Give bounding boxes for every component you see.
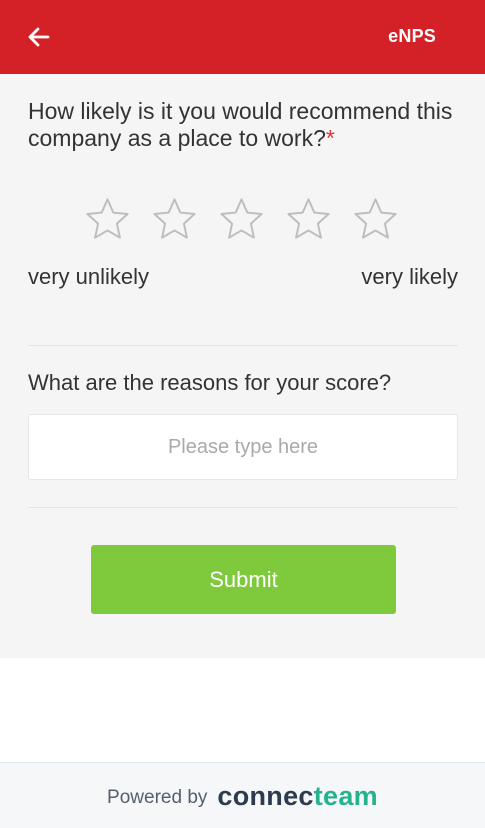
star-icon[interactable] [352, 196, 399, 242]
arrow-left-icon [28, 27, 50, 47]
question-recommend-text: How likely is it you would recommend thi… [28, 98, 453, 151]
footer-branding: Powered by connec team [0, 763, 485, 828]
star-icon[interactable] [151, 196, 198, 242]
divider [28, 345, 458, 346]
app-header: eNPS [0, 0, 485, 74]
star-rating [84, 196, 399, 242]
question-recommend: How likely is it you would recommend thi… [28, 98, 458, 152]
back-button[interactable] [22, 22, 56, 52]
required-marker: * [325, 125, 335, 151]
scale-high-label: very likely [361, 264, 458, 289]
star-icon[interactable] [218, 196, 265, 242]
footer: Powered by connec team [0, 762, 485, 828]
powered-by-label: Powered by [107, 786, 208, 808]
divider [28, 507, 458, 508]
logo-text-part-1: connec [217, 780, 314, 811]
scale-low-label: very unlikely [28, 264, 150, 289]
submit-button[interactable]: Submit [91, 545, 396, 614]
survey-form: How likely is it you would recommend thi… [0, 74, 485, 658]
question-reasons: What are the reasons for your score? [28, 370, 392, 395]
reason-input[interactable] [28, 414, 458, 480]
star-icon[interactable] [285, 196, 332, 242]
star-icon[interactable] [84, 196, 131, 242]
logo-text-part-2: team [313, 780, 378, 811]
connecteam-logo: connec team [217, 781, 378, 812]
page-title: eNPS [388, 26, 436, 46]
